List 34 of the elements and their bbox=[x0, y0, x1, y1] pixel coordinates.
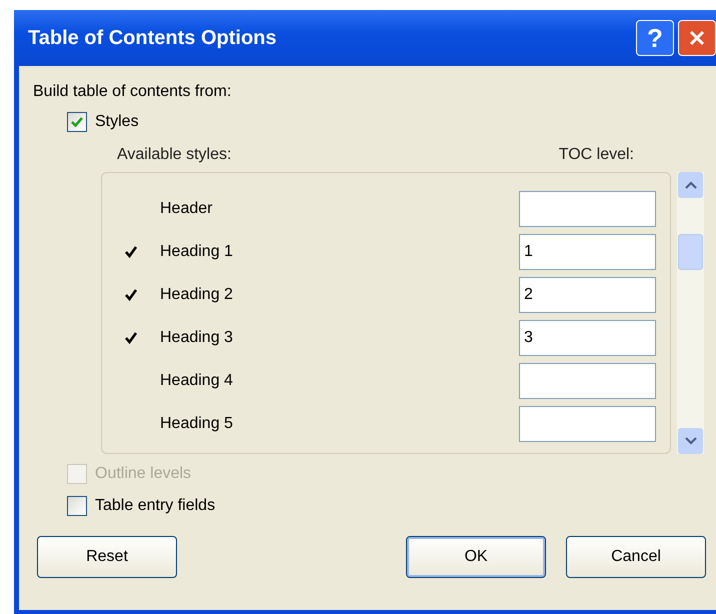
chevron-down-icon bbox=[684, 437, 696, 445]
check-icon bbox=[70, 115, 84, 129]
scroll-up-button[interactable] bbox=[678, 172, 703, 198]
scroll-thumb[interactable] bbox=[678, 234, 703, 270]
style-name[interactable]: Heading 1 bbox=[160, 243, 519, 261]
style-name[interactable]: Heading 5 bbox=[160, 415, 519, 433]
toc-level-field[interactable]: 2 bbox=[519, 277, 656, 313]
checkbox[interactable] bbox=[67, 496, 87, 516]
chevron-up-icon bbox=[684, 181, 696, 189]
section-label: Build table of contents from: bbox=[33, 82, 232, 102]
window-title: Table of Contents Options bbox=[28, 26, 278, 50]
toc-level-field[interactable] bbox=[519, 406, 656, 442]
toc-level-field[interactable]: 3 bbox=[519, 320, 656, 356]
checkbox-label: Outline levels bbox=[95, 465, 192, 483]
dialog-button[interactable]: OK bbox=[406, 536, 546, 578]
checkbox-label: Styles bbox=[95, 113, 139, 131]
scroll-down-button[interactable] bbox=[678, 428, 703, 454]
checkbox[interactable] bbox=[67, 112, 87, 132]
style-name[interactable]: Heading 2 bbox=[160, 286, 519, 304]
column-header: Available styles: bbox=[117, 146, 232, 164]
checkbox-label: Table entry fields bbox=[95, 497, 216, 515]
style-name[interactable]: Heading 4 bbox=[160, 372, 519, 390]
dialog-button[interactable]: Cancel bbox=[566, 536, 706, 578]
style-name[interactable]: Header bbox=[160, 200, 519, 218]
dialog-button[interactable]: Reset bbox=[37, 536, 177, 578]
style-name[interactable]: Heading 3 bbox=[160, 329, 519, 347]
column-header: TOC level: bbox=[558, 146, 634, 164]
help-button[interactable]: ? bbox=[636, 20, 674, 56]
scrollbar[interactable] bbox=[677, 172, 704, 454]
toc-level-field[interactable] bbox=[519, 191, 656, 227]
close-button[interactable] bbox=[678, 20, 716, 56]
toc-level-field[interactable]: 1 bbox=[519, 234, 656, 270]
toc-level-field[interactable] bbox=[519, 363, 656, 399]
close-icon bbox=[687, 28, 707, 48]
